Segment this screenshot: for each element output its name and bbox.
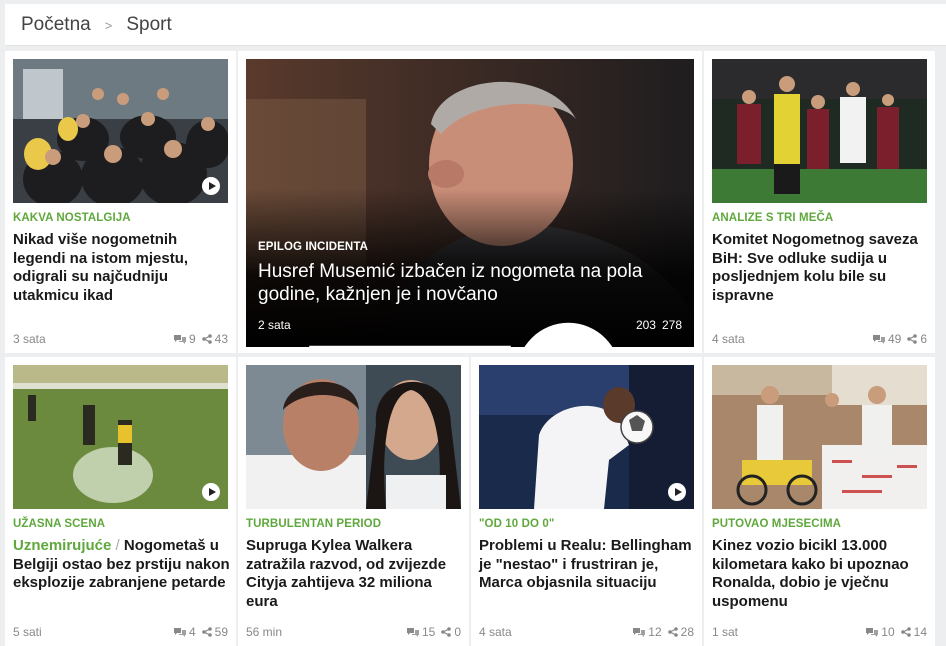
article-meta: 5 sati 4 59 [13, 624, 228, 640]
article-kicker: ANALIZE S TRI MEČA [712, 212, 834, 224]
comment-bubbles-icon [633, 627, 645, 637]
article-time: 4 sata [712, 332, 745, 346]
article-meta: 4 sata 49 6 [712, 331, 927, 347]
article-thumbnail[interactable] [712, 59, 927, 203]
share-icon [901, 627, 911, 637]
share-icon [202, 334, 212, 344]
article-title[interactable]: Supruga Kylea Walkera zatražila razvod, … [246, 537, 463, 611]
breadcrumb: Početna > Sport [5, 4, 946, 46]
play-icon [202, 483, 220, 501]
article-meta: 3 sata 9 43 [13, 331, 228, 347]
article-kicker: UŽASNA SCENA [13, 518, 106, 530]
share-count[interactable]: 43 [202, 332, 228, 346]
share-count-value: 6 [920, 332, 927, 346]
share-count[interactable]: 278 [662, 318, 682, 332]
share-count-value: 43 [214, 332, 228, 346]
comment-count[interactable]: 49 [873, 332, 901, 346]
article-meta: 56 min 15 0 [246, 624, 461, 640]
article-time: 56 min [246, 625, 283, 639]
breadcrumb-home-link[interactable]: Početna [21, 14, 91, 36]
article-thumbnail[interactable] [712, 365, 927, 509]
comment-count-value: 49 [887, 332, 902, 346]
article-kicker: KAKVA NOSTALGIJA [13, 212, 131, 224]
article-meta: 1 sat 10 14 [712, 624, 927, 640]
article-thumbnail[interactable] [246, 365, 461, 509]
article-card[interactable]: PUTOVAO MJESECIMA Kinez vozio bicikl 13.… [704, 357, 935, 646]
comment-count-value: 10 [881, 625, 895, 639]
share-count[interactable]: 0 [441, 625, 461, 639]
featured-article[interactable]: EPILOG INCIDENTA Husref Musemić izbačen … [246, 59, 694, 347]
share-count[interactable]: 14 [901, 625, 927, 639]
play-icon [668, 483, 686, 501]
share-icon [907, 334, 917, 344]
article-card[interactable]: "OD 10 DO 0" Problemi u Realu: Bellingha… [471, 357, 702, 646]
play-icon [202, 177, 220, 195]
article-title[interactable]: Problemi u Realu: Bellingham je "nestao"… [479, 537, 696, 593]
share-count-value: 59 [214, 625, 228, 639]
article-thumbnail[interactable] [13, 59, 228, 203]
article-thumbnail[interactable] [479, 365, 694, 509]
comment-count[interactable]: 4 [174, 625, 196, 639]
comment-count[interactable]: 12 [633, 625, 662, 639]
article-thumbnail[interactable] [13, 365, 228, 509]
article-title-prefix[interactable]: Uznemirujuće [13, 537, 111, 554]
share-count[interactable]: 28 [668, 625, 694, 639]
article-card[interactable]: ANALIZE S TRI MEČA Komitet Nogometnog sa… [704, 51, 935, 353]
article-card[interactable]: TURBULENTAN PERIOD Supruga Kylea Walkera… [238, 357, 469, 646]
article-title[interactable]: Uznemirujuće / Nogometaš u Belgiji ostao… [13, 537, 230, 593]
share-count[interactable]: 59 [202, 625, 228, 639]
share-count-value: 28 [680, 625, 694, 639]
article-kicker: PUTOVAO MJESECIMA [712, 518, 842, 530]
share-icon [258, 317, 694, 347]
article-card[interactable]: UŽASNA SCENA Uznemirujuće / Nogometaš u … [5, 357, 236, 646]
comment-bubbles-icon [174, 627, 186, 637]
share-count-value: 0 [454, 625, 461, 639]
article-meta: 2 sata 203 278 [258, 317, 682, 333]
comment-bubbles-icon [873, 334, 885, 344]
article-kicker: EPILOG INCIDENTA [258, 241, 369, 253]
share-icon [441, 627, 451, 637]
article-image [13, 365, 228, 509]
article-meta: 4 sata 12 28 [479, 624, 694, 640]
comment-count-value: 15 [421, 625, 436, 639]
comment-count-value: 12 [648, 625, 662, 639]
comment-count-value: 9 [188, 332, 196, 346]
share-count[interactable]: 6 [907, 332, 927, 346]
article-card[interactable]: KAKVA NOSTALGIJA Nikad više nogometnih l… [5, 51, 236, 353]
share-icon [668, 627, 678, 637]
article-time: 1 sat [712, 625, 739, 639]
article-title[interactable]: Kinez vozio bicikl 13.000 kilometara kak… [712, 537, 929, 611]
article-title[interactable]: Nikad više nogometnih legendi na istom m… [13, 231, 230, 305]
article-image [246, 365, 461, 509]
share-count-value: 14 [913, 625, 927, 639]
comment-count[interactable]: 15 [407, 625, 435, 639]
article-image [712, 59, 927, 203]
article-time: 5 sati [13, 625, 42, 639]
article-title[interactable]: Komitet Nogometnog saveza BiH: Sve odluk… [712, 231, 929, 305]
article-title[interactable]: Husref Musemić izbačen iz nogometa na po… [258, 260, 684, 306]
comment-count[interactable]: 10 [866, 625, 895, 639]
breadcrumb-current[interactable]: Sport [126, 14, 171, 36]
share-icon [202, 627, 212, 637]
article-title-separator: / [115, 537, 120, 554]
breadcrumb-separator: > [104, 18, 113, 33]
article-kicker: TURBULENTAN PERIOD [246, 518, 382, 530]
comment-count-value: 4 [188, 625, 196, 639]
comment-bubbles-icon [174, 334, 186, 344]
comment-count[interactable]: 9 [174, 332, 196, 346]
article-time: 3 sata [13, 332, 46, 346]
comment-bubbles-icon [866, 627, 878, 637]
comment-bubbles-icon [407, 627, 419, 637]
article-image [479, 365, 694, 509]
article-image [712, 365, 927, 509]
article-time: 4 sata [479, 625, 512, 639]
article-image [13, 59, 228, 203]
article-kicker: "OD 10 DO 0" [479, 518, 555, 530]
